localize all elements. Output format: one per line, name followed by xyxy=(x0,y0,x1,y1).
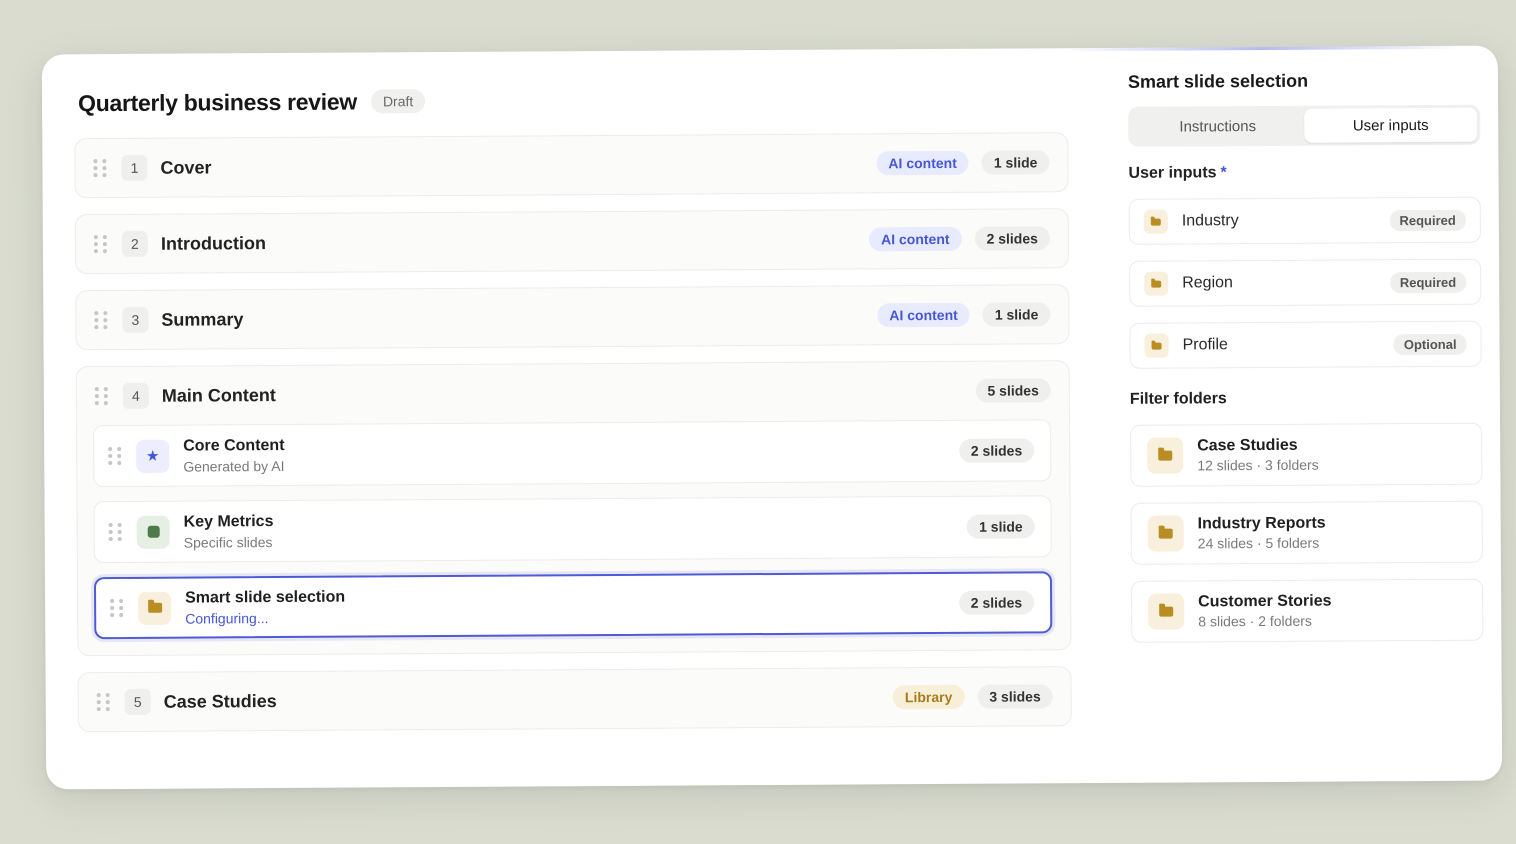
folder-icon xyxy=(1147,515,1184,552)
library-badge: Library xyxy=(892,684,965,710)
section-number: 4 xyxy=(122,382,149,409)
required-badge: Required xyxy=(1389,209,1466,231)
required-badge: Required xyxy=(1389,271,1467,293)
input-industry[interactable]: Industry Required xyxy=(1128,196,1481,245)
required-marker: * xyxy=(1220,164,1227,182)
folder-name: Case Studies xyxy=(1197,436,1298,455)
filter-folders-heading: Filter folders xyxy=(1129,390,1227,408)
folder-case-studies[interactable]: Case Studies 12 slides · 3 folders xyxy=(1130,422,1483,487)
section-number: 2 xyxy=(121,230,149,257)
subsection-title: Smart slide selection xyxy=(185,588,346,607)
folder-meta: 8 slides · 2 folders xyxy=(1198,612,1312,630)
section-label: Summary xyxy=(161,308,244,330)
section-cover[interactable]: 1 Cover AI content 1 slide xyxy=(74,132,1069,199)
status-badge: Draft xyxy=(370,89,426,114)
subsection-list: ★ Core Content Generated by AI 2 slides … xyxy=(77,419,1070,655)
subsection-smart-slide-selection[interactable]: Smart slide selection Configuring... 2 s… xyxy=(93,571,1053,640)
subsection-title: Key Metrics xyxy=(183,512,274,531)
section-introduction[interactable]: 2 Introduction AI content 2 slides xyxy=(74,208,1070,275)
settings-panel: Smart slide selection Instructions User … xyxy=(1127,70,1484,643)
folder-icon xyxy=(1144,271,1169,296)
subsection-status: Configuring... xyxy=(185,609,269,627)
section-number: 5 xyxy=(124,688,151,715)
outline-pane: Quarterly business review Draft 1 Cover … xyxy=(74,78,1072,733)
section-label: Cover xyxy=(160,156,212,178)
main-card: Quarterly business review Draft 1 Cover … xyxy=(41,45,1503,790)
folder-industry-reports[interactable]: Industry Reports 24 slides · 5 folders xyxy=(1130,500,1483,565)
drag-handle-icon[interactable] xyxy=(94,387,109,406)
section-label: Main Content xyxy=(161,384,276,406)
input-label: Industry xyxy=(1181,212,1239,230)
slide-count-badge: 1 slide xyxy=(982,302,1051,327)
section-number: 1 xyxy=(121,154,148,181)
section-label: Introduction xyxy=(160,232,266,254)
subsection-title: Core Content xyxy=(183,436,285,455)
slide-count-badge: 5 slides xyxy=(975,378,1051,403)
slide-count-badge: 2 slides xyxy=(974,226,1050,251)
folder-name: Industry Reports xyxy=(1197,514,1326,533)
section-summary[interactable]: 3 Summary AI content 1 slide xyxy=(75,284,1070,351)
folder-icon xyxy=(138,591,172,625)
drag-handle-icon[interactable] xyxy=(94,311,108,330)
folder-name: Customer Stories xyxy=(1198,592,1332,611)
slide-count-badge: 2 slides xyxy=(958,438,1035,463)
square-icon xyxy=(136,515,170,549)
page-title: Quarterly business review xyxy=(77,88,357,116)
tab-instructions[interactable]: Instructions xyxy=(1131,109,1304,144)
ai-content-badge: AI content xyxy=(877,302,970,328)
slide-count-badge: 3 slides xyxy=(977,684,1053,709)
input-region[interactable]: Region Required xyxy=(1129,258,1482,307)
subsection-key-metrics[interactable]: Key Metrics Specific slides 1 slide xyxy=(93,495,1052,564)
star-icon: ★ xyxy=(136,439,170,473)
slide-count-badge: 1 slide xyxy=(967,514,1035,539)
drag-handle-icon[interactable] xyxy=(96,693,111,712)
user-inputs-heading: User inputs * xyxy=(1128,163,1480,183)
drag-handle-icon[interactable] xyxy=(108,522,123,542)
section-number: 3 xyxy=(122,306,149,333)
input-profile[interactable]: Profile Optional xyxy=(1129,320,1482,369)
input-label: Region xyxy=(1182,274,1233,292)
optional-badge: Optional xyxy=(1393,333,1467,355)
subsection-desc: Generated by AI xyxy=(183,457,285,475)
section-case-studies[interactable]: 5 Case Studies Library 3 slides xyxy=(77,666,1072,733)
drag-handle-icon[interactable] xyxy=(93,235,108,254)
user-inputs-label: User inputs xyxy=(1128,164,1217,182)
input-label: Profile xyxy=(1182,336,1228,354)
page-header: Quarterly business review Draft xyxy=(78,78,1068,122)
section-label: Case Studies xyxy=(163,690,277,712)
tab-switcher: Instructions User inputs xyxy=(1128,104,1481,147)
drag-handle-icon[interactable] xyxy=(108,446,122,466)
folder-meta: 24 slides · 5 folders xyxy=(1197,534,1320,552)
folder-icon xyxy=(1143,209,1168,234)
folder-icon xyxy=(1144,333,1169,358)
subsection-desc: Specific slides xyxy=(183,533,273,551)
drag-handle-icon[interactable] xyxy=(93,159,107,178)
tab-user-inputs[interactable]: User inputs xyxy=(1304,107,1478,143)
subsection-core-content[interactable]: ★ Core Content Generated by AI 2 slides xyxy=(93,419,1052,488)
folder-icon xyxy=(1147,437,1184,474)
panel-title: Smart slide selection xyxy=(1127,70,1309,92)
slide-count-badge: 2 slides xyxy=(958,590,1035,615)
section-main-content[interactable]: 4 Main Content 5 slides ★ Core Content G… xyxy=(75,360,1072,657)
ai-content-badge: AI content xyxy=(869,226,962,252)
ai-content-badge: AI content xyxy=(876,150,969,176)
top-glow xyxy=(1061,45,1462,52)
drag-handle-icon[interactable] xyxy=(110,598,124,618)
folder-customer-stories[interactable]: Customer Stories 8 slides · 2 folders xyxy=(1131,578,1484,643)
folder-meta: 12 slides · 3 folders xyxy=(1197,456,1319,474)
folder-icon xyxy=(1148,593,1185,630)
slide-count-badge: 1 slide xyxy=(981,150,1050,175)
